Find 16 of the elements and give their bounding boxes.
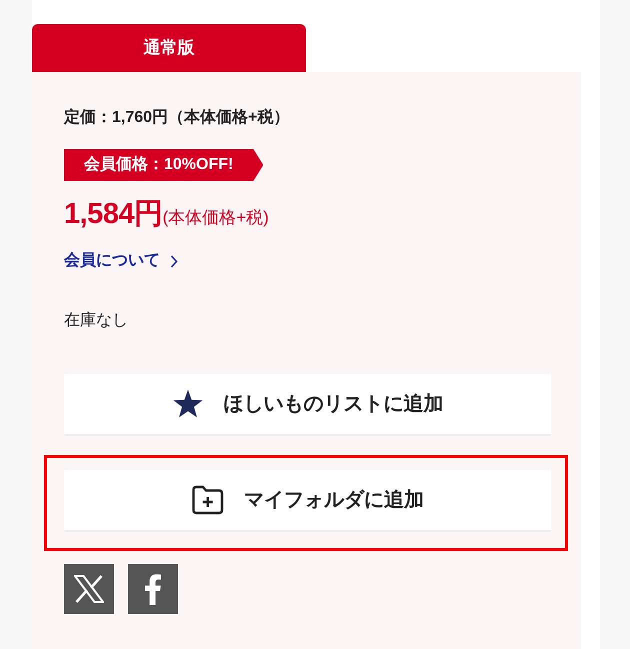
facebook-logo-icon [144, 573, 162, 605]
stock-status: 在庫なし [64, 310, 129, 331]
tax-note: (本体価格+税) [162, 207, 269, 229]
folder-plus-icon [191, 485, 224, 515]
add-to-folder-button[interactable]: マイフォルダに追加 [64, 470, 551, 532]
edition-tab[interactable]: 通常版 [32, 24, 306, 72]
list-price: 定価：1,760円（本体価格+税） [64, 107, 290, 128]
member-info-link[interactable]: 会員について [64, 249, 178, 273]
wishlist-button[interactable]: ほしいものリストに追加 [64, 374, 551, 436]
facebook-share-button[interactable] [128, 564, 178, 614]
x-logo-icon [74, 575, 104, 603]
member-price: 1,584円 [64, 197, 163, 232]
discount-badge: 会員価格：10%OFF! [64, 149, 264, 181]
chevron-icon [170, 254, 178, 268]
star-icon [172, 389, 204, 419]
x-share-button[interactable] [64, 564, 114, 614]
